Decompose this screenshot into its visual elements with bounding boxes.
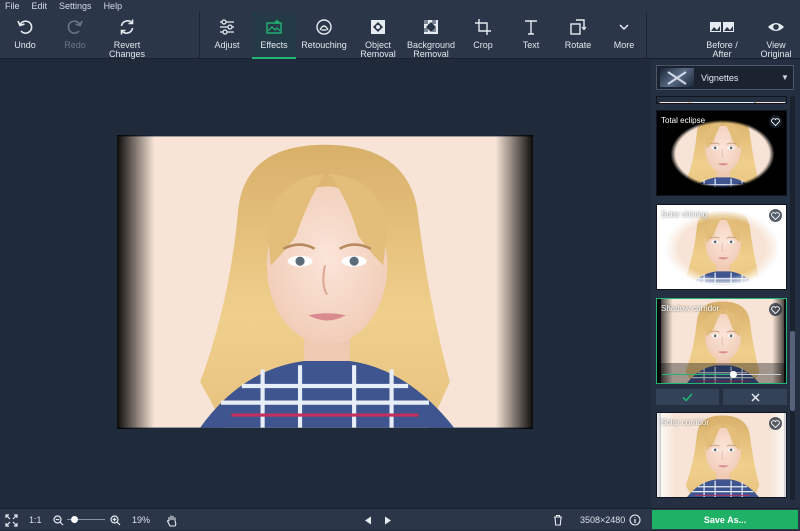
dropdown-arrow-icon: ▼: [781, 73, 789, 82]
undo-icon: [17, 20, 33, 34]
image-info-button[interactable]: [629, 509, 641, 531]
menu-settings[interactable]: Settings: [54, 0, 99, 12]
menu-bar: File Edit Settings Help: [0, 0, 800, 12]
previous-image-button[interactable]: [364, 509, 372, 531]
fit-screen-icon: [5, 513, 18, 527]
adjust-icon: [220, 19, 234, 35]
background-removal-button[interactable]: Background Removal: [404, 12, 458, 59]
close-icon: [750, 392, 760, 402]
fit-to-screen-button[interactable]: [5, 509, 18, 531]
zoom-in-button[interactable]: [110, 509, 121, 531]
delete-button[interactable]: [553, 509, 563, 531]
next-arrow-icon: [385, 516, 391, 524]
revert-label: Revert Changes: [108, 40, 146, 59]
image-dimensions: 3508×2480: [580, 515, 626, 525]
effects-button[interactable]: Effects: [252, 12, 296, 59]
adjust-button[interactable]: Adjust: [206, 12, 248, 59]
effect-name: Solar corridor: [661, 418, 710, 427]
crop-label: Crop: [473, 40, 493, 50]
menu-help[interactable]: Help: [99, 0, 130, 12]
adjust-label: Adjust: [214, 40, 240, 50]
rotate-icon: [570, 19, 587, 35]
effects-label: Effects: [260, 40, 288, 50]
background-removal-icon: [424, 20, 438, 34]
zoom-in-icon: [110, 514, 121, 525]
hand-icon: [166, 515, 177, 527]
effects-icon: [266, 19, 282, 34]
effect-category-dropdown[interactable]: Vignettes ▼: [656, 65, 794, 90]
favorite-heart-icon[interactable]: [769, 209, 782, 222]
view-original-button[interactable]: View Original: [754, 12, 798, 59]
before-after-button[interactable]: Before / After: [700, 12, 744, 59]
save-as-button[interactable]: Save As...: [652, 510, 798, 529]
menu-file[interactable]: File: [0, 0, 27, 12]
apply-effect-button[interactable]: [656, 389, 719, 405]
text-icon: [525, 20, 537, 35]
more-button[interactable]: More: [604, 12, 644, 59]
toolbar-divider: [646, 12, 647, 59]
trash-icon: [554, 514, 562, 526]
before-after-icon: [710, 22, 734, 32]
favorite-heart-icon[interactable]: [769, 303, 782, 316]
effect-card-total-eclipse[interactable]: Total eclipse: [656, 110, 787, 196]
chevron-down-icon: [619, 24, 629, 31]
info-icon: [629, 514, 641, 526]
view-original-label: View Original: [760, 40, 792, 59]
crop-icon: [475, 19, 491, 35]
slider-fill: [662, 374, 734, 375]
effect-name: Total eclipse: [661, 116, 706, 125]
category-thumbnail: [660, 68, 694, 87]
prev-arrow-icon: [365, 516, 371, 524]
scrollbar-thumb[interactable]: [790, 331, 795, 411]
before-after-label: Before / After: [706, 40, 738, 59]
undo-button[interactable]: Undo: [5, 12, 45, 59]
redo-label: Redo: [64, 40, 86, 50]
retouching-label: Retouching: [301, 40, 347, 50]
revert-icon: [120, 19, 134, 35]
slider-knob[interactable]: [729, 371, 737, 378]
redo-button[interactable]: Redo: [55, 12, 95, 59]
favorite-heart-icon[interactable]: [769, 115, 782, 128]
zoom-out-icon: [53, 514, 64, 525]
effect-card-shadow-corridor[interactable]: Shadow corridor: [656, 298, 787, 384]
revert-changes-button[interactable]: Revert Changes: [102, 12, 152, 59]
effect-name: Solar shining: [661, 210, 708, 219]
zoom-level: 19%: [132, 515, 151, 525]
toolbar: Undo Redo Revert Changes Adjust Effects …: [0, 12, 800, 59]
object-removal-label: Object Removal: [360, 40, 396, 59]
crop-button[interactable]: Crop: [462, 12, 504, 59]
rotate-button[interactable]: Rotate: [556, 12, 600, 59]
check-icon: [682, 392, 693, 402]
actual-size-button[interactable]: 1:1: [29, 509, 42, 531]
zoom-slider-knob[interactable]: [71, 516, 79, 523]
undo-label: Undo: [14, 40, 36, 50]
cancel-effect-button[interactable]: [723, 389, 787, 405]
object-removal-button[interactable]: Object Removal: [354, 12, 402, 59]
panel-scrollbar[interactable]: [790, 96, 795, 500]
category-label: Vignettes: [701, 72, 739, 83]
zoom-slider[interactable]: [67, 509, 105, 531]
more-label: More: [613, 40, 635, 50]
retouching-button[interactable]: Retouching: [298, 12, 350, 59]
pan-tool-button[interactable]: [166, 509, 178, 531]
retouching-icon: [316, 19, 332, 35]
effect-card-partial[interactable]: [656, 96, 787, 104]
effect-name: Shadow corridor: [661, 304, 720, 313]
redo-icon: [67, 20, 83, 34]
background-removal-label: Background Removal: [406, 40, 456, 59]
edited-photo[interactable]: [117, 135, 533, 429]
next-image-button[interactable]: [384, 509, 392, 531]
menu-edit[interactable]: Edit: [27, 0, 55, 12]
effect-intensity-slider[interactable]: [662, 371, 781, 378]
favorite-heart-icon[interactable]: [769, 417, 782, 430]
text-button[interactable]: Text: [510, 12, 552, 59]
effect-card-solar-corridor[interactable]: Solar corridor: [656, 412, 787, 498]
object-removal-icon: [371, 20, 385, 34]
eye-icon: [768, 23, 784, 31]
toolbar-divider: [199, 12, 200, 59]
rotate-label: Rotate: [564, 40, 592, 50]
effect-card-solar-shining[interactable]: Solar shining: [656, 204, 787, 290]
text-label: Text: [522, 40, 540, 50]
zoom-out-button[interactable]: [53, 509, 64, 531]
